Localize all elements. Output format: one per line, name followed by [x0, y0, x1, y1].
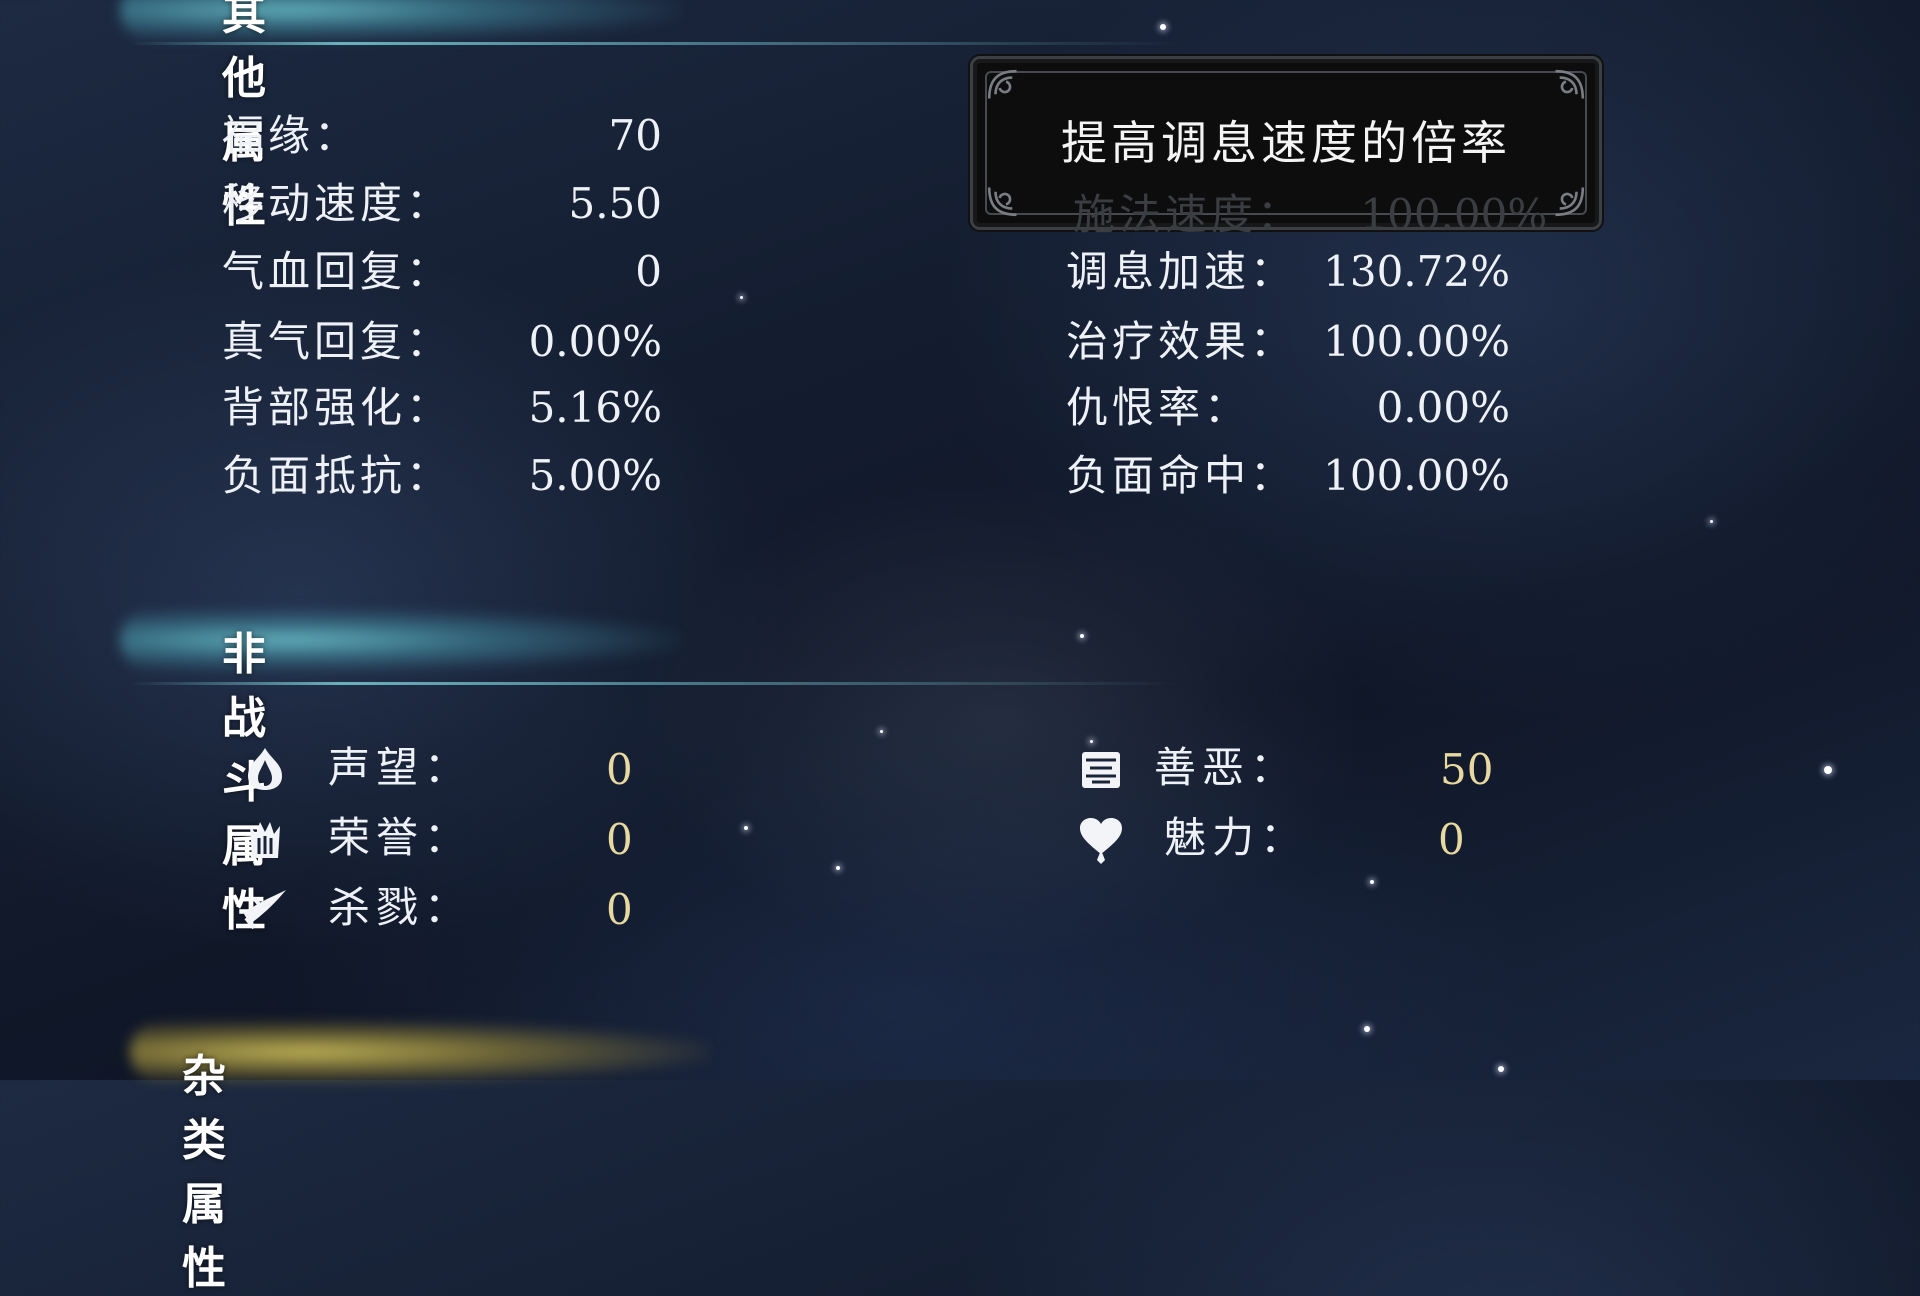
stat-value: 5.00%: [528, 451, 662, 500]
nonbattle-value: 0: [1438, 815, 1465, 864]
flame-icon: [248, 748, 282, 790]
stat-label: 移动速度：: [222, 179, 453, 228]
nonbattle-label: 杀戮：: [328, 883, 473, 932]
nonbattle-row-charm[interactable]: 魅力： 0: [1076, 808, 1496, 868]
nonbattle-label: 善恶：: [1154, 743, 1299, 792]
background-star: [1160, 24, 1166, 30]
stat-label: 负面抵抗：: [222, 451, 453, 500]
background-star: [1710, 520, 1713, 523]
ornament-corner-icon: [987, 69, 1017, 99]
stat-label: 福缘：: [222, 111, 361, 160]
nonbattle-label: 魅力：: [1164, 813, 1309, 862]
stat-value: 130.72%: [1323, 247, 1510, 296]
stat-row-back-boost[interactable]: 背部强化： 5.16%: [222, 380, 662, 436]
stat-value: 0.00%: [528, 317, 662, 366]
nonbattle-row-kills[interactable]: 杀戮： 0: [240, 878, 660, 938]
header-glow: [120, 608, 680, 672]
ornament-corner-icon: [987, 187, 1017, 217]
nonbattle-label: 荣誉：: [328, 813, 473, 862]
stat-label: 负面命中：: [1066, 451, 1297, 500]
obscured-stat-value: 100.00%: [1360, 190, 1548, 239]
stat-label: 真气回复：: [222, 317, 453, 366]
nonbattle-row-morality[interactable]: 善恶： 50: [1076, 738, 1496, 798]
obscured-stat: 施法速度： 100.00%: [1073, 181, 1547, 242]
background-star: [880, 730, 883, 733]
header-glow: [120, 0, 680, 42]
nonbattle-row-honor[interactable]: 荣誉： 0: [240, 808, 660, 868]
nonbattle-value: 0: [606, 815, 633, 864]
kindness-icon: [1082, 752, 1120, 788]
background-star: [1364, 1026, 1370, 1032]
stat-value: 5.50: [568, 179, 662, 228]
obscured-stat-label: 施法速度：: [1073, 190, 1304, 239]
header-divider: [130, 682, 1180, 685]
stat-label: 气血回复：: [222, 247, 453, 296]
background-star: [744, 826, 748, 830]
stat-row-rest-speed[interactable]: 调息加速： 130.72%: [1066, 244, 1510, 300]
crown-icon: [250, 822, 280, 858]
stat-label: 治疗效果：: [1066, 317, 1297, 366]
nonbattle-label: 声望：: [328, 743, 473, 792]
stat-row-debuff-resist[interactable]: 负面抵抗： 5.00%: [222, 448, 662, 504]
background-star: [836, 866, 840, 870]
section-title-misc: 杂类属性: [182, 1051, 232, 1294]
stat-row-luck[interactable]: 福缘： 70: [222, 108, 662, 164]
nonbattle-value: 0: [606, 885, 633, 934]
stat-row-move-speed[interactable]: 移动速度： 5.50: [222, 176, 662, 232]
stat-row-qi-regen[interactable]: 真气回复： 0.00%: [222, 314, 662, 370]
tooltip-text: 提高调息速度的倍率: [1061, 116, 1511, 170]
background-star: [1370, 880, 1374, 884]
background-star: [1824, 766, 1832, 774]
header-divider: [130, 42, 1180, 45]
background-star: [740, 296, 743, 299]
stat-row-healing[interactable]: 治疗效果： 100.00%: [1066, 314, 1510, 370]
stat-value: 70: [608, 111, 662, 160]
stat-value: 100.00%: [1323, 451, 1510, 500]
blade-icon: [244, 890, 286, 930]
stat-label: 仇恨率：: [1066, 383, 1251, 432]
stat-value: 5.16%: [528, 383, 662, 432]
nonbattle-value: 50: [1440, 745, 1494, 794]
stat-value: 100.00%: [1323, 317, 1510, 366]
background-star: [1498, 1066, 1504, 1072]
stat-row-threat[interactable]: 仇恨率： 0.00%: [1066, 380, 1510, 436]
background-star: [1080, 634, 1084, 638]
nonbattle-value: 0: [606, 745, 633, 794]
stat-row-debuff-hit[interactable]: 负面命中： 100.00%: [1066, 448, 1510, 504]
stat-label: 背部强化：: [222, 383, 453, 432]
tooltip: 施法速度： 100.00% 提高调息速度的倍率: [970, 56, 1602, 239]
heart-icon: [1080, 818, 1122, 864]
ornament-corner-icon: [1555, 69, 1585, 99]
stat-row-hp-regen[interactable]: 气血回复： 0: [222, 244, 662, 300]
stat-value: 0.00%: [1376, 383, 1510, 432]
stat-label: 调息加速：: [1066, 247, 1297, 296]
ornament-corner-icon: [1555, 187, 1585, 217]
stat-value: 0: [635, 247, 662, 296]
nonbattle-row-reputation[interactable]: 声望： 0: [240, 738, 660, 798]
